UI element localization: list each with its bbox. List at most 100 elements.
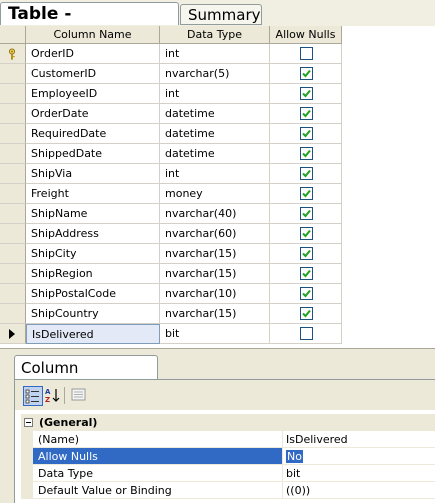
- data-type-cell[interactable]: money: [160, 184, 270, 204]
- row-selector[interactable]: [0, 284, 26, 304]
- column-name-cell[interactable]: OrderID: [26, 44, 160, 64]
- table-row[interactable]: OrderID int: [0, 44, 342, 64]
- categorized-icon[interactable]: [23, 386, 43, 406]
- table-row[interactable]: ShipPostalCode nvarchar(10): [0, 284, 342, 304]
- tab-table-design[interactable]: Table - dbo.Test9*: [0, 2, 179, 47]
- property-value[interactable]: IsDelivered: [283, 431, 435, 448]
- data-type-cell[interactable]: nvarchar(60): [160, 224, 270, 244]
- table-row[interactable]: ShipName nvarchar(40): [0, 204, 342, 224]
- allow-nulls-checkbox[interactable]: [300, 127, 313, 140]
- allow-nulls-checkbox[interactable]: [300, 187, 313, 200]
- checkmark-icon: [302, 229, 311, 238]
- property-pages-icon[interactable]: [70, 386, 90, 406]
- property-row[interactable]: Data Type bit: [21, 465, 435, 482]
- allow-nulls-checkbox[interactable]: [300, 287, 313, 300]
- alphabetical-sort-icon[interactable]: A Z: [44, 386, 64, 406]
- column-name-cell[interactable]: ShipPostalCode: [26, 284, 160, 304]
- row-selector[interactable]: [0, 304, 26, 324]
- allow-nulls-checkbox[interactable]: [300, 227, 313, 240]
- data-type-cell[interactable]: bit: [160, 324, 270, 344]
- table-row[interactable]: ShipCountry nvarchar(15): [0, 304, 342, 324]
- column-name-cell[interactable]: ShipAddress: [26, 224, 160, 244]
- column-name-cell[interactable]: Freight: [26, 184, 160, 204]
- table-row[interactable]: RequiredDate datetime: [0, 124, 342, 144]
- row-selector[interactable]: [0, 44, 26, 64]
- category-label: (General): [21, 414, 435, 431]
- property-row[interactable]: (Name) IsDelivered: [21, 431, 435, 448]
- row-selector[interactable]: [0, 244, 26, 264]
- allow-nulls-checkbox[interactable]: [300, 147, 313, 160]
- allow-nulls-checkbox[interactable]: [300, 167, 313, 180]
- property-value[interactable]: bit: [283, 465, 435, 482]
- column-name-cell[interactable]: ShipName: [26, 204, 160, 224]
- table-row[interactable]: ShipAddress nvarchar(60): [0, 224, 342, 244]
- property-category-general[interactable]: (General): [21, 414, 435, 431]
- property-value[interactable]: ((0)): [283, 482, 435, 499]
- table-row[interactable]: ShipCity nvarchar(15): [0, 244, 342, 264]
- tab-column-properties[interactable]: Column Properties: [14, 355, 158, 401]
- table-row[interactable]: EmployeeID int: [0, 84, 342, 104]
- row-selector[interactable]: [0, 64, 26, 84]
- allow-nulls-checkbox[interactable]: [300, 327, 313, 340]
- column-name-cell[interactable]: RequiredDate: [26, 124, 160, 144]
- data-type-cell[interactable]: nvarchar(5): [160, 64, 270, 84]
- data-type-cell[interactable]: datetime: [160, 144, 270, 164]
- row-selector[interactable]: [0, 104, 26, 124]
- data-type-cell[interactable]: nvarchar(15): [160, 264, 270, 284]
- table-row[interactable]: OrderDate datetime: [0, 104, 342, 124]
- collapse-icon[interactable]: [24, 418, 33, 427]
- data-type-cell[interactable]: datetime: [160, 124, 270, 144]
- allow-nulls-checkbox[interactable]: [300, 107, 313, 120]
- table-row[interactable]: ShipVia int: [0, 164, 342, 184]
- column-name-cell[interactable]: EmployeeID: [26, 84, 160, 104]
- allow-nulls-checkbox[interactable]: [300, 67, 313, 80]
- data-type-cell[interactable]: int: [160, 164, 270, 184]
- property-row[interactable]: Allow Nulls No: [21, 448, 435, 465]
- column-name-cell[interactable]: ShipCity: [26, 244, 160, 264]
- row-selector[interactable]: [0, 264, 26, 284]
- data-type-cell[interactable]: int: [160, 84, 270, 104]
- column-name-header[interactable]: Column Name: [26, 26, 160, 44]
- table-row[interactable]: IsDelivered bit: [0, 324, 342, 344]
- column-name-cell[interactable]: ShipCountry: [26, 304, 160, 324]
- data-type-cell[interactable]: nvarchar(15): [160, 304, 270, 324]
- allow-nulls-checkbox[interactable]: [300, 247, 313, 260]
- data-type-cell[interactable]: nvarchar(10): [160, 284, 270, 304]
- column-name-cell[interactable]: CustomerID: [26, 64, 160, 84]
- allow-nulls-cell: [270, 44, 342, 64]
- row-selector[interactable]: [0, 144, 26, 164]
- data-type-cell[interactable]: datetime: [160, 104, 270, 124]
- property-value[interactable]: No: [283, 448, 435, 465]
- column-name-cell[interactable]: IsDelivered: [26, 324, 160, 344]
- table-row[interactable]: CustomerID nvarchar(5): [0, 64, 342, 84]
- data-type-cell[interactable]: nvarchar(40): [160, 204, 270, 224]
- table-row[interactable]: ShipRegion nvarchar(15): [0, 264, 342, 284]
- allow-nulls-checkbox[interactable]: [300, 47, 313, 60]
- row-selector[interactable]: [0, 184, 26, 204]
- data-type-header[interactable]: Data Type: [160, 26, 270, 44]
- property-row[interactable]: Default Value or Binding ((0)): [21, 482, 435, 499]
- table-row[interactable]: Freight money: [0, 184, 342, 204]
- column-name-cell[interactable]: OrderDate: [26, 104, 160, 124]
- row-selector[interactable]: [0, 84, 26, 104]
- table-design-grid: Column Name Data Type Allow Nulls OrderI…: [0, 26, 435, 348]
- allow-nulls-checkbox[interactable]: [300, 87, 313, 100]
- data-type-cell[interactable]: nvarchar(15): [160, 244, 270, 264]
- row-selector[interactable]: [0, 204, 26, 224]
- allow-nulls-header[interactable]: Allow Nulls: [270, 26, 342, 44]
- allow-nulls-cell: [270, 84, 342, 104]
- row-selector[interactable]: [0, 324, 26, 344]
- row-selector[interactable]: [0, 224, 26, 244]
- data-type-cell[interactable]: int: [160, 44, 270, 64]
- allow-nulls-checkbox[interactable]: [300, 307, 313, 320]
- tab-summary[interactable]: Summary: [180, 4, 262, 25]
- row-selector[interactable]: [0, 164, 26, 184]
- allow-nulls-checkbox[interactable]: [300, 207, 313, 220]
- column-name-cell[interactable]: ShippedDate: [26, 144, 160, 164]
- row-selector-header[interactable]: [0, 26, 26, 44]
- column-name-cell[interactable]: ShipRegion: [26, 264, 160, 284]
- column-name-cell[interactable]: ShipVia: [26, 164, 160, 184]
- row-selector[interactable]: [0, 124, 26, 144]
- table-row[interactable]: ShippedDate datetime: [0, 144, 342, 164]
- allow-nulls-checkbox[interactable]: [300, 267, 313, 280]
